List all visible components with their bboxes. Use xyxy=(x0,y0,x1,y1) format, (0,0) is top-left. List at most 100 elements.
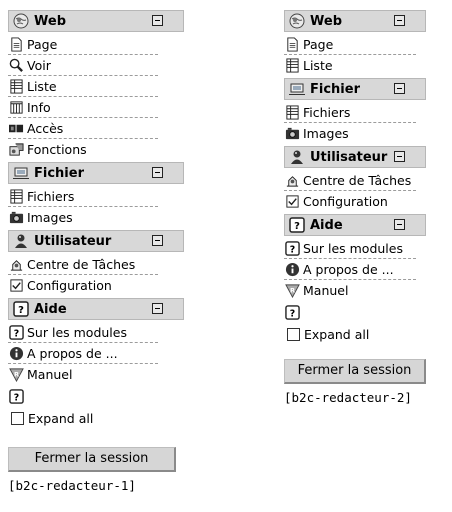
folder-icon xyxy=(13,167,29,179)
menu-item-label: Accès xyxy=(27,120,64,136)
svg-text:?: ? xyxy=(14,328,19,339)
list-icon xyxy=(10,188,23,204)
menu-item-sur-les-modules[interactable]: ? Sur les modules xyxy=(284,238,416,259)
section-header-utilisateur[interactable]: Utilisateur xyxy=(8,230,184,252)
help-icon: ? xyxy=(289,217,305,233)
list-icon xyxy=(286,104,299,120)
expand-all-label: Expand all xyxy=(28,410,94,426)
menu-item-images[interactable]: Images xyxy=(284,123,416,144)
functions-icon xyxy=(9,143,24,156)
menu-item-label: Info xyxy=(27,99,51,115)
section-header-aide[interactable]: ? Aide xyxy=(284,214,426,236)
task-icon xyxy=(286,175,299,187)
section-header-web[interactable]: Web xyxy=(284,10,426,32)
collapse-icon[interactable] xyxy=(152,15,163,26)
menu-item-label: Sur les modules xyxy=(27,324,127,340)
section-header-fichier[interactable]: Fichier xyxy=(8,162,184,184)
menu-item-page[interactable]: Page xyxy=(8,34,158,55)
logout-button[interactable]: Fermer la session xyxy=(284,359,426,384)
section-header-fichier[interactable]: Fichier xyxy=(284,78,426,100)
svg-text:?: ? xyxy=(290,308,295,319)
expand-all-checkbox[interactable] xyxy=(287,327,300,341)
menu-item-a-propos[interactable]: A propos de ... xyxy=(284,259,416,280)
menu-item-label: Centre de Tâches xyxy=(27,256,136,272)
menu-item-label: Fichiers xyxy=(303,104,351,120)
section-header-web[interactable]: Web xyxy=(8,10,184,32)
view-icon xyxy=(9,58,23,72)
expand-all-checkbox[interactable] xyxy=(11,411,24,425)
task-icon xyxy=(10,259,23,271)
globe-icon xyxy=(13,13,29,29)
folder-icon xyxy=(289,83,305,95)
section-title: Web xyxy=(34,13,66,29)
menu-item-configuration[interactable]: Configuration xyxy=(8,275,158,296)
menu-item-images[interactable]: Images xyxy=(8,207,158,228)
config-icon xyxy=(10,279,23,292)
menu-item-info[interactable]: Info xyxy=(8,97,158,118)
menu-item-voir[interactable]: Voir xyxy=(8,55,158,76)
user-icon xyxy=(291,150,303,164)
section-title: Fichier xyxy=(34,165,84,181)
config-icon xyxy=(286,195,299,208)
menu-item-label: Images xyxy=(303,126,349,141)
menu-item-label: Fonctions xyxy=(27,142,87,157)
globe-icon xyxy=(289,13,305,29)
menu-item-label: Images xyxy=(27,210,73,225)
help-button[interactable]: ? xyxy=(284,301,426,323)
menu-item-fichiers[interactable]: Fichiers xyxy=(8,186,158,207)
collapse-icon[interactable] xyxy=(394,219,405,230)
menu-item-fichiers[interactable]: Fichiers xyxy=(284,102,416,123)
section-header-aide[interactable]: ? Aide xyxy=(8,298,184,320)
backend-menu-2: Web Page Liste Fichier Fichiers Images U… xyxy=(284,8,426,405)
menu-item-liste[interactable]: Liste xyxy=(8,76,158,97)
list-icon xyxy=(10,78,23,94)
menu-item-label: Manuel xyxy=(303,283,349,298)
menu-item-label: A propos de ... xyxy=(27,345,118,361)
page-icon xyxy=(11,36,22,52)
help-icon: ? xyxy=(13,301,29,317)
expand-all-row[interactable]: Expand all xyxy=(8,407,184,429)
menu-item-sur-les-modules[interactable]: ? Sur les modules xyxy=(8,322,158,343)
logout-button[interactable]: Fermer la session xyxy=(8,447,176,472)
menu-item-label: Centre de Tâches xyxy=(303,172,412,188)
camera-icon xyxy=(9,211,24,224)
username: [b2c-redacteur-1] xyxy=(8,478,136,493)
menu-item-fonctions[interactable]: Fonctions xyxy=(8,139,158,160)
section-header-utilisateur[interactable]: Utilisateur xyxy=(284,146,426,168)
svg-text:?: ? xyxy=(14,392,19,403)
collapse-icon[interactable] xyxy=(152,235,163,246)
menu-item-label: Fichiers xyxy=(27,188,75,204)
expand-all-row[interactable]: Expand all xyxy=(284,323,426,345)
menu-item-label: Liste xyxy=(27,78,57,94)
menu-item-liste[interactable]: Liste xyxy=(284,55,416,76)
menu-item-manuel[interactable]: R Manuel xyxy=(8,364,158,385)
help-button[interactable]: ? xyxy=(8,385,184,407)
about-icon xyxy=(9,346,24,360)
collapse-icon[interactable] xyxy=(394,83,405,94)
list-icon xyxy=(286,58,299,73)
menu-item-centre-de-taches[interactable]: Centre de Tâches xyxy=(284,170,416,191)
menu-item-acces[interactable]: Accès xyxy=(8,118,158,139)
svg-text:R: R xyxy=(290,286,295,294)
menu-item-label: Configuration xyxy=(27,278,112,293)
collapse-icon[interactable] xyxy=(394,15,405,26)
menu-item-label: A propos de ... xyxy=(303,261,394,277)
menu-item-label: Configuration xyxy=(303,194,388,209)
menu-item-label: Page xyxy=(303,36,334,52)
help-icon: ? xyxy=(285,304,300,320)
menu-item-manuel[interactable]: R Manuel xyxy=(284,280,416,301)
help-icon: ? xyxy=(9,388,24,404)
page-icon xyxy=(287,36,298,52)
menu-item-label: Manuel xyxy=(27,367,73,382)
collapse-icon[interactable] xyxy=(394,151,405,162)
user-icon xyxy=(15,234,27,248)
menu-item-centre-de-taches[interactable]: Centre de Tâches xyxy=(8,254,158,275)
menu-item-a-propos[interactable]: A propos de ... xyxy=(8,343,158,364)
menu-item-configuration[interactable]: Configuration xyxy=(284,191,416,212)
username: [b2c-redacteur-2] xyxy=(284,390,412,405)
collapse-icon[interactable] xyxy=(152,167,163,178)
menu-item-label: Sur les modules xyxy=(303,240,403,256)
collapse-icon[interactable] xyxy=(152,303,163,314)
help-icon: ? xyxy=(285,240,300,256)
menu-item-page[interactable]: Page xyxy=(284,34,416,55)
